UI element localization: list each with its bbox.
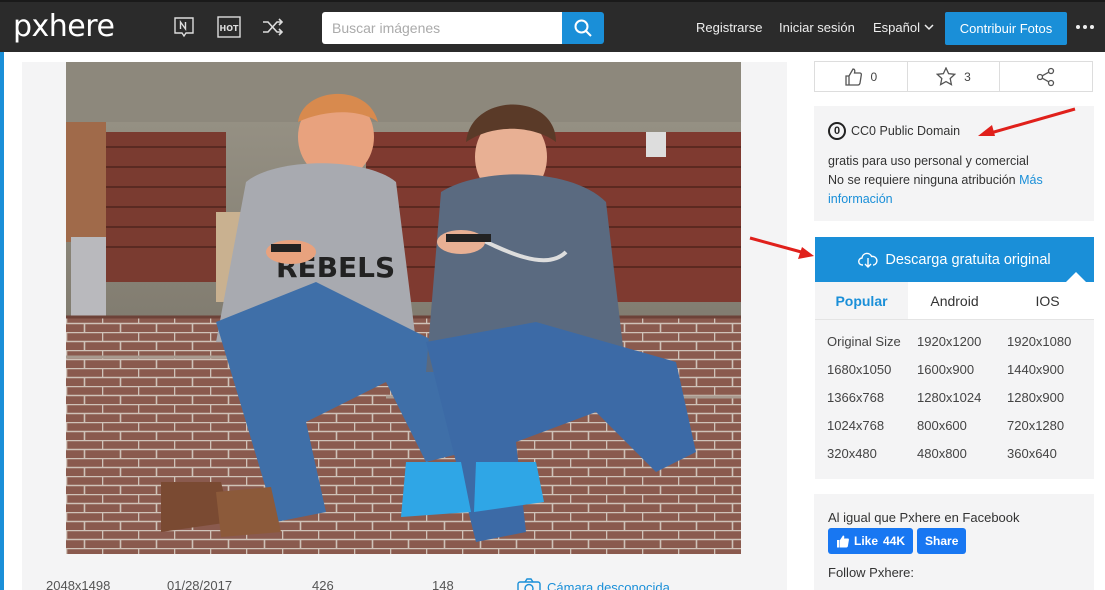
register-link[interactable]: Registrarse (696, 20, 762, 35)
thumbs-up-icon (845, 67, 863, 86)
left-accent-bar (0, 52, 4, 590)
favorite-button[interactable]: 3 (908, 62, 1001, 91)
search-input[interactable] (322, 12, 563, 44)
logo[interactable]: pxhere (13, 10, 115, 44)
image-dimensions: 2048x1498 (46, 578, 111, 590)
search-box (322, 12, 604, 44)
camera-info[interactable]: Cámara desconocida (517, 578, 670, 590)
license-title[interactable]: CC0 Public Domain (851, 124, 960, 138)
favorite-count: 3 (964, 69, 971, 84)
size-option[interactable]: 720x1280 (1007, 416, 1087, 444)
shuffle-icon[interactable] (261, 16, 285, 38)
size-option[interactable]: 360x640 (1007, 444, 1087, 472)
share-button[interactable] (1000, 62, 1092, 91)
chevron-down-icon (924, 24, 934, 31)
search-button[interactable] (562, 12, 604, 44)
search-icon (574, 19, 592, 37)
star-icon (936, 67, 957, 86)
facebook-share-button[interactable]: Share (917, 528, 967, 554)
more-icon[interactable] (1076, 20, 1096, 34)
size-option[interactable]: 1280x1024 (917, 388, 1007, 416)
facebook-title: Al igual que Pxhere en Facebook (828, 510, 1020, 525)
tab-popular[interactable]: Popular (815, 282, 908, 319)
svg-text:HOT: HOT (220, 24, 239, 33)
size-option[interactable]: 1600x900 (917, 360, 1007, 388)
size-option[interactable]: 1024x768 (827, 416, 917, 444)
size-option[interactable]: 1366x768 (827, 388, 917, 416)
size-option[interactable]: 1920x1200 (917, 332, 1007, 360)
camera-icon (517, 578, 541, 590)
tab-android[interactable]: Android (908, 282, 1001, 319)
download-button[interactable]: Descarga gratuita original (815, 237, 1094, 282)
contribute-button[interactable]: Contribuir Fotos (945, 12, 1067, 45)
facebook-box: Al igual que Pxhere en Facebook Like 44K… (814, 494, 1094, 590)
share-icon (1037, 67, 1055, 86)
size-option[interactable]: Original Size (827, 332, 917, 360)
size-option[interactable]: 1920x1080 (1007, 332, 1087, 360)
main-photo[interactable]: REBELS (66, 62, 741, 554)
language-select[interactable]: Español (873, 20, 934, 35)
language-label: Español (873, 20, 920, 35)
hot-icon[interactable]: HOT (217, 16, 241, 38)
photo-actions: 0 3 (814, 61, 1093, 92)
license-line-1: gratis para uso personal y comercial (828, 154, 1029, 168)
size-option[interactable]: 1280x900 (1007, 388, 1087, 416)
facebook-like-button[interactable]: Like 44K (828, 528, 914, 554)
size-option[interactable]: 480x800 (917, 444, 1007, 472)
login-link[interactable]: Iniciar sesión (779, 20, 855, 35)
cloud-download-icon (858, 252, 878, 268)
camera-label: Cámara desconocida (547, 579, 670, 590)
size-option[interactable]: 320x480 (827, 444, 917, 472)
thumbs-up-icon (837, 535, 849, 547)
size-option[interactable]: 800x600 (917, 416, 1007, 444)
download-tabs: Popular Android IOS (815, 282, 1094, 320)
cc-zero-icon: 0 (828, 122, 846, 140)
follow-label: Follow Pxhere: (828, 565, 914, 580)
tab-caret (1066, 272, 1086, 282)
view-count: 426 (312, 578, 334, 590)
new-icon[interactable] (173, 16, 195, 38)
top-navbar: pxhere HOT Registrarse Iniciar sesión Es… (0, 0, 1105, 52)
license-box: 0 CC0 Public Domain gratis para uso pers… (814, 106, 1094, 221)
download-panel: Popular Android IOS Original Size 1920x1… (815, 282, 1094, 479)
like-count: 0 (870, 69, 878, 84)
like-button[interactable]: 0 (815, 62, 908, 91)
download-label: Descarga gratuita original (885, 251, 1051, 268)
facebook-like-count: 44K (883, 534, 906, 548)
tab-ios[interactable]: IOS (1001, 282, 1094, 319)
image-date: 01/28/2017 (167, 578, 233, 590)
size-grid: Original Size 1920x1200 1920x1080 1680x1… (827, 332, 1087, 472)
license-line-2: No se requiere ninguna atribución (828, 173, 1016, 187)
size-option[interactable]: 1680x1050 (827, 360, 917, 388)
facebook-like-label: Like (854, 534, 879, 548)
download-count: 148 (432, 578, 454, 590)
size-option[interactable]: 1440x900 (1007, 360, 1087, 388)
